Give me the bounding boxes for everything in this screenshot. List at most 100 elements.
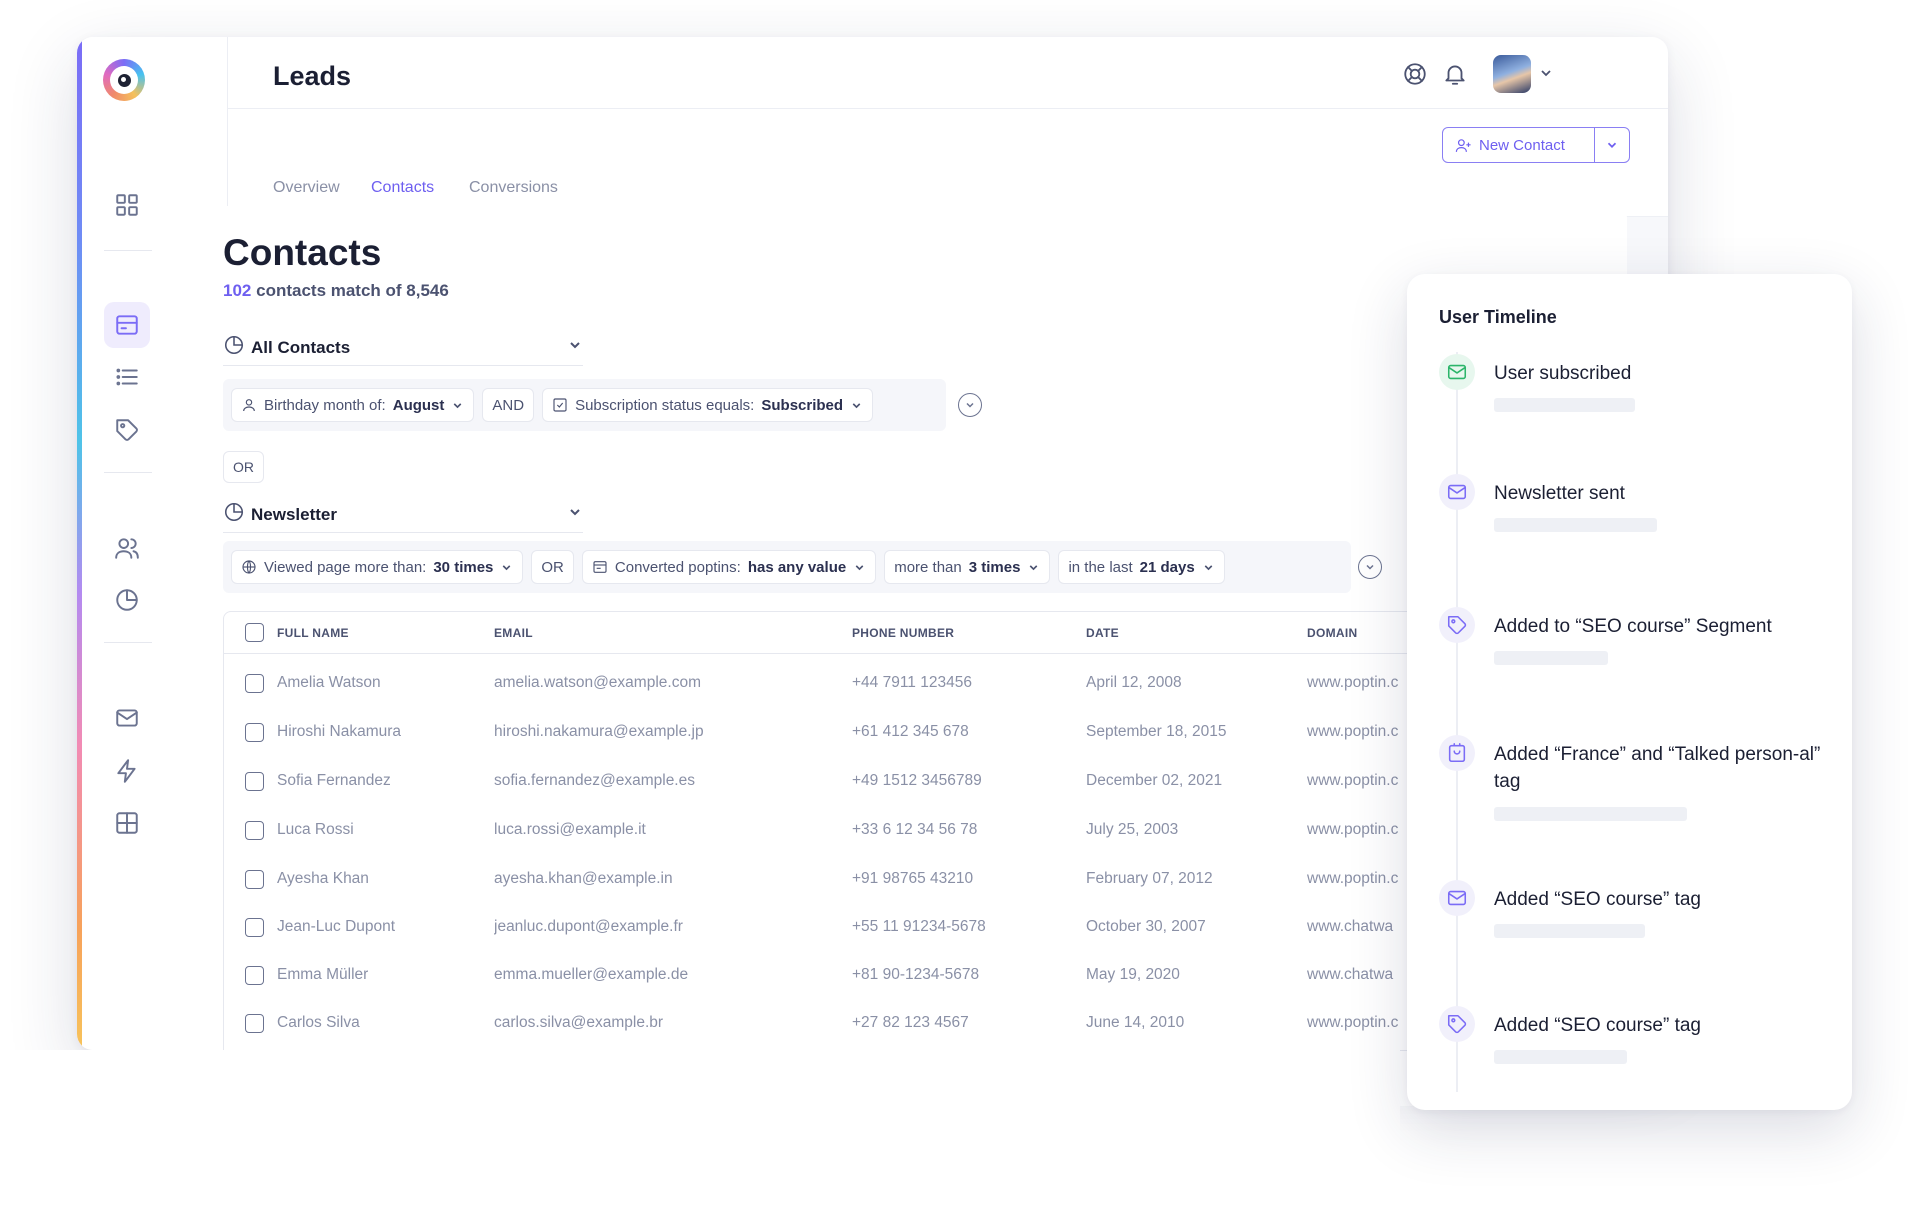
lightning-icon[interactable] <box>104 748 150 794</box>
filter-prefix: Viewed page more than: <box>264 558 427 576</box>
cell-date: September 18, 2015 <box>1086 723 1227 740</box>
filter-converted-poptins[interactable]: Converted poptins: has any value <box>581 550 877 584</box>
match-text: contacts match of 8,546 <box>256 281 449 300</box>
filter-connector-or[interactable]: OR <box>531 550 574 584</box>
cell-email: luca.rossi@example.it <box>494 821 646 838</box>
tag-icon[interactable] <box>104 407 150 453</box>
expand-filters-button[interactable] <box>1358 555 1382 579</box>
row-checkbox[interactable] <box>245 723 264 742</box>
inbox-icon[interactable] <box>104 302 150 348</box>
filter-birthday-month[interactable]: Birthday month of: August <box>231 388 475 422</box>
segment-selector-newsletter[interactable]: Newsletter <box>223 497 583 533</box>
cell-phone: +91 98765 43210 <box>852 870 974 887</box>
cell-email: sofia.fernandez@example.es <box>494 772 695 789</box>
timeline-placeholder-bar <box>1494 651 1608 665</box>
table-row[interactable]: Ayesha Khan ayesha.khan@example.in +91 9… <box>224 855 1512 903</box>
cell-phone: +27 82 123 4567 <box>852 1014 969 1031</box>
row-checkbox[interactable] <box>245 821 264 840</box>
filter-prefix: Birthday month of: <box>264 396 386 414</box>
chevron-down-icon[interactable] <box>1538 65 1554 86</box>
segment-connector-or[interactable]: OR <box>223 451 264 483</box>
page-title: Leads <box>273 61 352 91</box>
filter-prefix: Converted poptins: <box>614 558 741 576</box>
cell-domain: www.poptin.c <box>1307 772 1399 789</box>
bell-icon[interactable] <box>1442 61 1468 87</box>
users-icon[interactable] <box>104 525 150 571</box>
filter-viewed-page[interactable]: Viewed page more than: 30 times <box>231 550 524 584</box>
row-checkbox[interactable] <box>245 772 264 791</box>
filter-value: 30 times <box>433 558 494 576</box>
column-header-phone[interactable]: PHONE NUMBER <box>852 626 954 640</box>
column-header-full-name[interactable]: FULL NAME <box>277 626 349 640</box>
chevron-down-icon <box>1204 564 1213 570</box>
new-contact-button[interactable]: New Contact <box>1443 128 1595 162</box>
tab-conversions[interactable]: Conversions <box>469 179 558 209</box>
avatar[interactable] <box>1493 55 1531 93</box>
cell-email: hiroshi.nakamura@example.jp <box>494 723 704 740</box>
segment-selector-all-contacts[interactable]: All Contacts <box>223 330 583 366</box>
row-checkbox[interactable] <box>245 870 264 889</box>
filter-value: 21 days <box>1139 558 1195 576</box>
layout-icon[interactable] <box>104 800 150 846</box>
pie-chart-icon[interactable] <box>104 577 150 623</box>
help-icon[interactable] <box>1402 61 1428 87</box>
cell-date: July 25, 2003 <box>1086 821 1179 838</box>
cell-email: jeanluc.dupont@example.fr <box>494 918 683 935</box>
filter-value: 3 times <box>968 558 1021 576</box>
table-row[interactable]: Sofia Fernandez sofia.fernandez@example.… <box>224 757 1512 805</box>
column-header-domain[interactable]: DOMAIN <box>1307 626 1357 640</box>
filter-connector-and[interactable]: AND <box>482 388 535 422</box>
table-row[interactable]: Amelia Watson amelia.watson@example.com … <box>224 659 1512 707</box>
timeline-placeholder-bar <box>1494 518 1657 532</box>
brand-logo[interactable] <box>103 59 145 101</box>
pie-chart-icon <box>223 334 245 361</box>
globe-icon <box>242 560 256 574</box>
timeline-line <box>1456 352 1458 1092</box>
row-checkbox[interactable] <box>245 918 264 937</box>
window-icon <box>593 561 607 573</box>
new-contact-dropdown[interactable] <box>1595 128 1629 162</box>
filter-prefix: Subscription status equals: <box>575 396 755 414</box>
chevron-down-icon[interactable] <box>567 337 583 358</box>
connector-label: AND <box>492 396 525 414</box>
cell-email: ayesha.khan@example.in <box>494 870 673 887</box>
tag-icon <box>1439 607 1475 643</box>
select-all-checkbox[interactable] <box>245 623 264 642</box>
list-icon[interactable] <box>104 354 150 400</box>
cell-date: April 12, 2008 <box>1086 674 1182 691</box>
row-checkbox[interactable] <box>245 674 264 693</box>
chevron-down-icon <box>454 402 462 408</box>
grid-icon[interactable] <box>104 182 150 228</box>
filter-time-range[interactable]: in the last 21 days <box>1058 550 1225 584</box>
row-checkbox[interactable] <box>245 1014 264 1033</box>
cell-domain: www.chatwa <box>1307 966 1394 983</box>
mail-icon <box>1439 880 1475 916</box>
filter-times-count[interactable]: more than 3 times <box>884 550 1051 584</box>
cell-email: amelia.watson@example.com <box>494 674 701 691</box>
tag-icon <box>1439 1006 1475 1042</box>
filter-subscription-status[interactable]: Subscription status equals: Subscribed <box>542 388 874 422</box>
cell-email: emma.mueller@example.de <box>494 966 689 983</box>
cell-date: June 14, 2010 <box>1086 1014 1185 1031</box>
chevron-down-icon <box>1366 564 1374 570</box>
table-row[interactable]: Carlos Silva carlos.silva@example.br +27… <box>224 999 1512 1047</box>
timeline-title: User Timeline <box>1439 307 1557 327</box>
mail-icon[interactable] <box>104 695 150 741</box>
chevron-down-icon[interactable] <box>567 504 583 525</box>
chevron-down-icon <box>966 402 974 408</box>
table-row[interactable]: Emma Müller emma.mueller@example.de +81 … <box>224 951 1512 999</box>
row-checkbox[interactable] <box>245 966 264 985</box>
expand-filters-button[interactable] <box>958 393 982 417</box>
filter-value: Subscribed <box>761 396 844 414</box>
chevron-down-icon <box>1030 564 1038 570</box>
table-row[interactable]: Hiroshi Nakamura hiroshi.nakamura@exampl… <box>224 708 1512 756</box>
tab-overview[interactable]: Overview <box>273 179 340 209</box>
chevron-down-icon <box>503 564 511 570</box>
table-row[interactable]: Jean-Luc Dupont jeanluc.dupont@example.f… <box>224 903 1512 951</box>
timeline-event-text: Added “SEO course” tag <box>1494 889 1701 910</box>
table-row[interactable]: Luca Rossi luca.rossi@example.it +33 6 1… <box>224 806 1512 854</box>
user-timeline-panel: User Timeline User subscribed Newsletter… <box>1407 274 1852 1110</box>
column-header-date[interactable]: DATE <box>1086 626 1119 640</box>
column-header-email[interactable]: EMAIL <box>494 626 533 640</box>
cell-name: Jean-Luc Dupont <box>277 918 396 935</box>
